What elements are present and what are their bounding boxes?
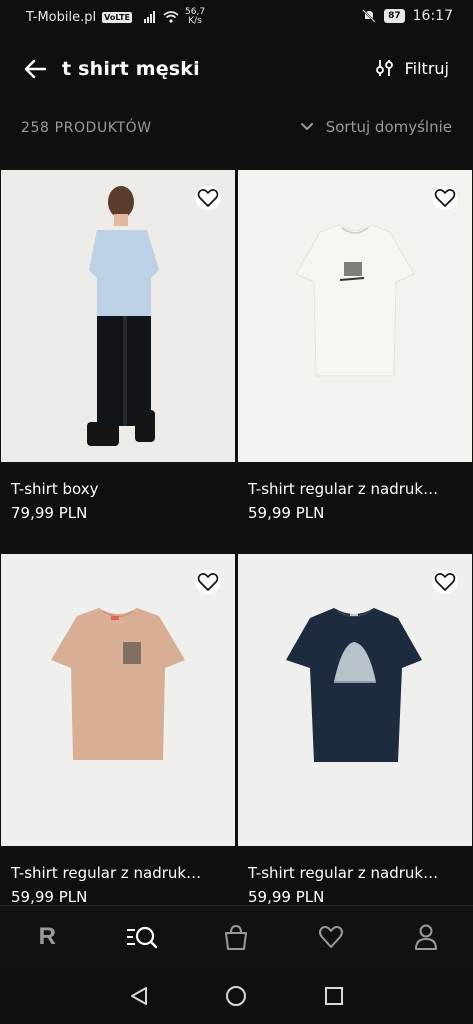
system-recents-button[interactable] xyxy=(319,981,349,1011)
system-navigation xyxy=(0,967,473,1024)
tshirt-photo xyxy=(1,554,235,846)
search-query[interactable]: t shirt męski xyxy=(62,58,200,80)
profile-icon xyxy=(414,924,437,950)
product-price: 59,99 PLN xyxy=(248,888,325,906)
filter-button[interactable]: Filtruj xyxy=(375,58,449,78)
bag-icon xyxy=(225,924,248,950)
filter-label: Filtruj xyxy=(404,58,449,78)
heart-outline-icon xyxy=(434,573,456,591)
product-price: 59,99 PLN xyxy=(248,504,325,522)
signal-icon xyxy=(144,11,156,23)
wishlist-button[interactable] xyxy=(432,570,458,594)
heart-icon xyxy=(319,925,344,948)
nav-wishlist[interactable] xyxy=(309,915,353,959)
nav-home[interactable]: R xyxy=(25,915,69,959)
product-image[interactable] xyxy=(238,170,472,462)
speed-unit: K/s xyxy=(188,16,202,26)
triangle-back-icon xyxy=(130,986,147,1005)
bottom-navigation: R xyxy=(0,905,473,967)
system-back-button[interactable] xyxy=(124,981,154,1011)
product-count: 258 PRODUKTÓW xyxy=(21,120,152,136)
search-list-icon xyxy=(126,926,158,948)
shirt-shape xyxy=(89,230,159,320)
wishlist-button[interactable] xyxy=(195,570,221,594)
wishlist-button[interactable] xyxy=(432,186,458,210)
battery-indicator: 87 xyxy=(384,9,405,23)
status-left: T-Mobile.pl VoLTE 56,7 K/s xyxy=(26,8,205,26)
heart-outline-icon xyxy=(197,573,219,591)
carrier-name: T-Mobile.pl xyxy=(26,9,97,25)
system-home-button[interactable] xyxy=(221,981,251,1011)
product-name[interactable]: T-shirt boxy xyxy=(11,480,229,498)
search-header: t shirt męski Filtruj xyxy=(0,34,473,104)
nav-bag[interactable] xyxy=(214,915,258,959)
volte-badge: VoLTE xyxy=(102,11,133,23)
product-image[interactable] xyxy=(238,554,472,846)
heart-outline-icon xyxy=(434,189,456,207)
tshirt-photo xyxy=(238,170,472,462)
mute-bell-icon xyxy=(362,9,376,23)
product-image[interactable] xyxy=(1,554,235,846)
model-photo xyxy=(1,170,235,462)
listing-toolbar: 258 PRODUKTÓW Sortuj domyślnie xyxy=(0,104,473,152)
product-image[interactable] xyxy=(1,170,235,462)
back-arrow-icon xyxy=(24,59,47,79)
sort-dropdown[interactable]: Sortuj domyślnie xyxy=(300,118,452,136)
square-recents-icon xyxy=(325,986,344,1005)
product-name[interactable]: T-shirt regular z nadruk… xyxy=(248,480,466,498)
sort-label: Sortuj domyślnie xyxy=(325,118,452,136)
product-name[interactable]: T-shirt regular z nadruk… xyxy=(11,864,229,882)
circle-home-icon xyxy=(226,985,247,1006)
wishlist-button[interactable] xyxy=(195,186,221,210)
nav-search[interactable] xyxy=(120,915,164,959)
nav-profile[interactable] xyxy=(404,915,448,959)
product-price: 79,99 PLN xyxy=(11,504,88,522)
filter-sliders-icon xyxy=(375,60,393,76)
product-price: 59,99 PLN xyxy=(11,888,88,906)
network-speed: 56,7 K/s xyxy=(185,8,205,26)
clock: 16:17 xyxy=(412,8,453,24)
product-name[interactable]: T-shirt regular z nadruk… xyxy=(248,864,466,882)
brand-logo-icon: R xyxy=(38,922,56,950)
back-button[interactable] xyxy=(22,56,50,82)
wifi-icon xyxy=(163,11,179,23)
tshirt-photo xyxy=(238,554,472,846)
status-right: 87 16:17 xyxy=(362,8,453,24)
chevron-down-icon xyxy=(300,123,313,130)
status-bar: T-Mobile.pl VoLTE 56,7 K/s 87 16:17 xyxy=(0,0,473,34)
heart-outline-icon xyxy=(197,189,219,207)
